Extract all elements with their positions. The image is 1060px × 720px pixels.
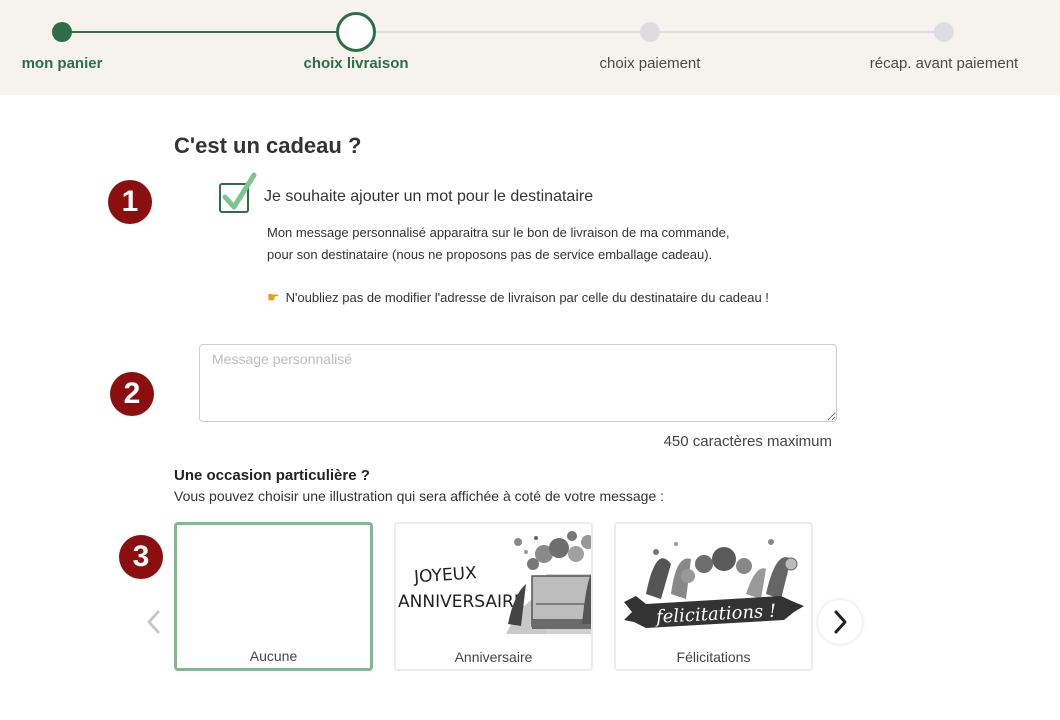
stepper-line-done xyxy=(62,31,356,33)
occasion-title: Une occasion particulière ? xyxy=(174,467,370,484)
checkmark-icon xyxy=(222,172,257,210)
occasion-card-label: Félicitations xyxy=(676,649,751,665)
occasion-card-felicitations[interactable]: felicitations ! Félicitations xyxy=(614,522,813,671)
carousel-prev-button[interactable] xyxy=(132,600,176,644)
max-characters-hint: 450 caractères maximum xyxy=(663,433,832,450)
step-dot-choix-paiement xyxy=(640,22,660,42)
step-label-recap: récap. avant paiement xyxy=(869,55,1019,72)
occasion-card-label: Anniversaire xyxy=(454,649,533,665)
annotation-badge-2: 2 xyxy=(110,372,154,416)
congratulations-illustration: felicitations ! xyxy=(624,539,804,628)
occasion-card-anniversaire[interactable]: JOYEUX ANNIVERSAIRE ! Anniversaire xyxy=(394,522,593,671)
step-label-choix-livraison: choix livraison xyxy=(303,55,409,72)
step-dot-mon-panier[interactable] xyxy=(52,22,72,42)
gift-message-checkbox[interactable] xyxy=(219,172,257,213)
pointing-hand-icon: ☛ xyxy=(267,289,280,305)
personal-message-input[interactable] xyxy=(199,344,837,422)
annotation-badge-1: 1 xyxy=(108,180,152,224)
step-dot-choix-livraison xyxy=(336,12,376,52)
occasion-subtitle: Vous pouvez choisir une illustration qui… xyxy=(174,488,665,504)
birthday-art-line-1: JOYEUX xyxy=(412,563,477,587)
gift-title: C'est un cadeau ? xyxy=(174,133,362,158)
gift-reminder-text: N'oubliez pas de modifier l'adresse de l… xyxy=(285,290,769,305)
occasion-card-label: Aucune xyxy=(249,648,298,664)
step-dot-recap xyxy=(934,22,954,42)
progress-stepper: mon panier choix livraison choix paiemen… xyxy=(0,0,1060,95)
carousel-next-button[interactable] xyxy=(818,600,862,644)
occasion-card-aucune[interactable]: Aucune xyxy=(174,522,373,671)
step-label-mon-panier[interactable]: mon panier xyxy=(22,55,103,72)
chevron-right-icon xyxy=(834,610,847,634)
birthday-illustration: JOYEUX ANNIVERSAIRE ! xyxy=(398,531,591,634)
step-label-choix-paiement: choix paiement xyxy=(599,55,701,72)
annotation-badge-3: 3 xyxy=(119,535,163,579)
gift-info-line-2: pour son destinataire (nous ne proposons… xyxy=(267,247,713,262)
gift-info-line-1: Mon message personnalisé apparaitra sur … xyxy=(267,225,730,240)
chevron-left-icon xyxy=(147,610,160,634)
gift-checkbox-label[interactable]: Je souhaite ajouter un mot pour le desti… xyxy=(264,188,593,206)
gift-reminder: ☛ N'oubliez pas de modifier l'adresse de … xyxy=(267,289,769,306)
